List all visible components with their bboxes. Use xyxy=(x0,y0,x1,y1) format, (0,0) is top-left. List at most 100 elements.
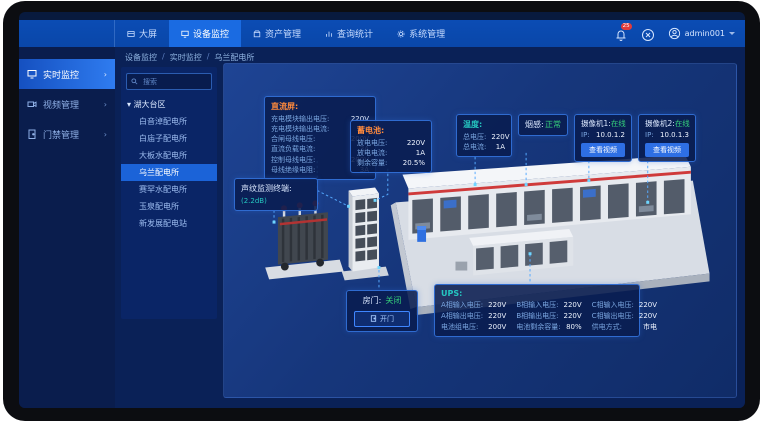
battery-row-label: 放电电压: xyxy=(357,138,387,148)
camera1-view-video-button[interactable]: 查看视频 xyxy=(581,143,625,157)
callout-camera-2: 摄像机2:在线 IP:10.0.1.3 查看视频 xyxy=(638,114,696,162)
battery-row-value: 1A xyxy=(416,148,425,158)
door-label: 房门: xyxy=(363,295,382,307)
door-status: 关闭 xyxy=(385,295,401,307)
temp-row-label: 总电流: xyxy=(463,142,486,152)
sidebar-item-access-control[interactable]: 门禁管理 › xyxy=(19,119,115,149)
callout-smoke-sensor: 烟感:正常 xyxy=(518,114,568,136)
temperature-title: 温度: xyxy=(463,119,505,130)
gear-icon xyxy=(397,30,405,38)
callout-temperature: 温度: 总电压: 220V 总电流: 1A xyxy=(456,114,512,157)
asset-box-icon xyxy=(253,30,261,38)
ups-cell-value: 220V xyxy=(639,311,657,321)
camera2-view-video-button[interactable]: 查看视频 xyxy=(645,143,689,157)
sidebar-item-realtime-monitoring[interactable]: 实时监控 › xyxy=(19,59,115,89)
room-visualization-panel: 直流屏: 充电模块输出电压:220V 充电模块输出电流:3A 合闸母线电压:20… xyxy=(223,63,737,398)
battery-row-label: 剩余容量: xyxy=(357,158,387,168)
tab-system-management[interactable]: 系统管理 xyxy=(385,20,457,47)
nav-tabs: 大屏 设备监控 资产管理 查询统计 系统管理 xyxy=(115,20,457,47)
battery-cabinet xyxy=(342,188,389,281)
username: admin001 xyxy=(685,29,725,38)
sidebar-item-video-management[interactable]: 视频管理 › xyxy=(19,89,115,119)
notification-badge: 25 xyxy=(621,23,632,30)
top-navbar: 大屏 设备监控 资产管理 查询统计 系统管理 25 xyxy=(19,20,745,47)
breadcrumb-item[interactable]: 乌兰配电所 xyxy=(214,52,254,63)
ups-cell-label: 供电方式: xyxy=(592,322,622,332)
breadcrumb-item[interactable]: 设备监控 xyxy=(125,52,157,63)
callout-ups: UPS: A相输入电压:220V B相输入电压:220V C相输入电压:220V… xyxy=(434,284,640,337)
breadcrumb-separator: / xyxy=(162,52,165,63)
breadcrumb-separator: / xyxy=(207,52,210,63)
battery-row-label: 放电电流: xyxy=(357,148,387,158)
ups-cell-value: 220V xyxy=(488,311,506,321)
breadcrumb-item[interactable]: 实时监控 xyxy=(170,52,202,63)
ups-cell-label: A相输入电压: xyxy=(441,300,483,310)
callout-camera-1: 摄像机1:在线 IP:10.0.1.2 查看视频 xyxy=(574,114,632,162)
battery-title: 蓄电池: xyxy=(357,125,425,136)
tab-asset-management[interactable]: 资产管理 xyxy=(241,20,313,47)
fullscreen-button[interactable] xyxy=(641,27,655,41)
open-door-button[interactable]: 开门 xyxy=(354,311,410,327)
camera1-ip: 10.0.1.2 xyxy=(596,130,625,140)
smoke-label: 烟感: xyxy=(525,119,544,131)
dc-row-label: 充电模块输出电压: xyxy=(271,114,329,124)
camera2-label: 摄像机2: xyxy=(645,119,675,130)
battery-row-value: 220V xyxy=(407,138,425,148)
dc-row-label: 控制母线电压: xyxy=(271,155,315,165)
tree-item[interactable]: 大板水配电所 xyxy=(121,147,217,164)
ups-cell-label: B相输入电压: xyxy=(516,300,558,310)
search-input[interactable] xyxy=(141,77,207,87)
tab-label: 查询统计 xyxy=(337,27,373,40)
chevron-right-icon: › xyxy=(104,70,107,79)
ups-cell-value: 200V xyxy=(488,322,506,332)
temp-row-value: 1A xyxy=(496,142,505,152)
chevron-right-icon: › xyxy=(104,100,107,109)
dc-panel-title: 直流屏: xyxy=(271,101,369,112)
tree-item[interactable]: 新发展配电站 xyxy=(121,215,217,232)
battery-row-value: 20.5% xyxy=(403,158,425,168)
callout-battery: 蓄电池: 放电电压: 220V 放电电流: 1A 剩余容量: 20.5% xyxy=(350,120,432,173)
noise-value: (2.2dB) xyxy=(241,196,267,206)
camera2-ip: 10.0.1.3 xyxy=(660,130,689,140)
tree-search[interactable] xyxy=(126,73,212,90)
transformer xyxy=(265,200,343,279)
tree-item[interactable]: 赛罕水配电所 xyxy=(121,181,217,198)
temp-row-label: 总电压: xyxy=(463,132,486,142)
user-menu[interactable]: admin001 xyxy=(668,27,735,40)
body: 实时监控 › 视频管理 › 门禁管理 › 设备监控 / 实时监控 / 乌兰配电所 xyxy=(19,47,745,408)
video-camera-icon xyxy=(27,99,37,109)
floor-device-gray xyxy=(455,262,467,271)
ups-cell-value: 220V xyxy=(488,300,506,310)
smoke-status: 正常 xyxy=(545,119,561,131)
noise-title: 声纹监测终端: xyxy=(241,183,311,194)
chart-icon xyxy=(325,30,333,38)
temp-row-value: 220V xyxy=(491,132,509,142)
dc-row-label: 直流负载电流: xyxy=(271,144,315,154)
dc-row-label: 母线绝缘电阻: xyxy=(271,165,315,175)
tab-query-statistics[interactable]: 查询统计 xyxy=(313,20,385,47)
ups-title: UPS: xyxy=(441,289,633,298)
realtime-monitor-icon xyxy=(27,69,37,79)
tree-item-selected[interactable]: 乌兰配电所 xyxy=(121,164,217,181)
tab-big-screen[interactable]: 大屏 xyxy=(115,20,169,47)
ups-supply-mode-value: 市电 xyxy=(643,322,657,332)
dashboard-screen: 大屏 设备监控 资产管理 查询统计 系统管理 25 xyxy=(19,12,745,408)
station-tree-panel: ▾ 湖大台区 白音淖配电所 白庙子配电所 大板水配电所 乌兰配电所 赛罕水配电所… xyxy=(121,67,217,319)
tree-item[interactable]: 白庙子配电所 xyxy=(121,130,217,147)
tab-label: 资产管理 xyxy=(265,27,301,40)
dc-row-label: 充电模块输出电流: xyxy=(271,124,329,134)
ups-cell-label: C相输入电压: xyxy=(592,300,634,310)
floor-device-blue-top xyxy=(417,226,426,230)
tree-root-label: 湖大台区 xyxy=(134,100,166,109)
ups-grid: A相输入电压:220V B相输入电压:220V C相输入电压:220V A相输出… xyxy=(441,300,633,332)
notifications-button[interactable]: 25 xyxy=(614,27,628,41)
tab-device-monitoring[interactable]: 设备监控 xyxy=(169,20,241,47)
ups-cell-label: 电池组电压: xyxy=(441,322,478,332)
ups-cell-label: B相输出电压: xyxy=(516,311,558,321)
tree-item[interactable]: 白音淖配电所 xyxy=(121,113,217,130)
tree-item[interactable]: 玉泉配电所 xyxy=(121,198,217,215)
tree-root-node[interactable]: ▾ 湖大台区 xyxy=(121,96,217,113)
open-door-icon xyxy=(370,315,377,322)
callout-door: 房门:关闭 开门 xyxy=(346,290,418,332)
door-icon xyxy=(27,129,37,139)
